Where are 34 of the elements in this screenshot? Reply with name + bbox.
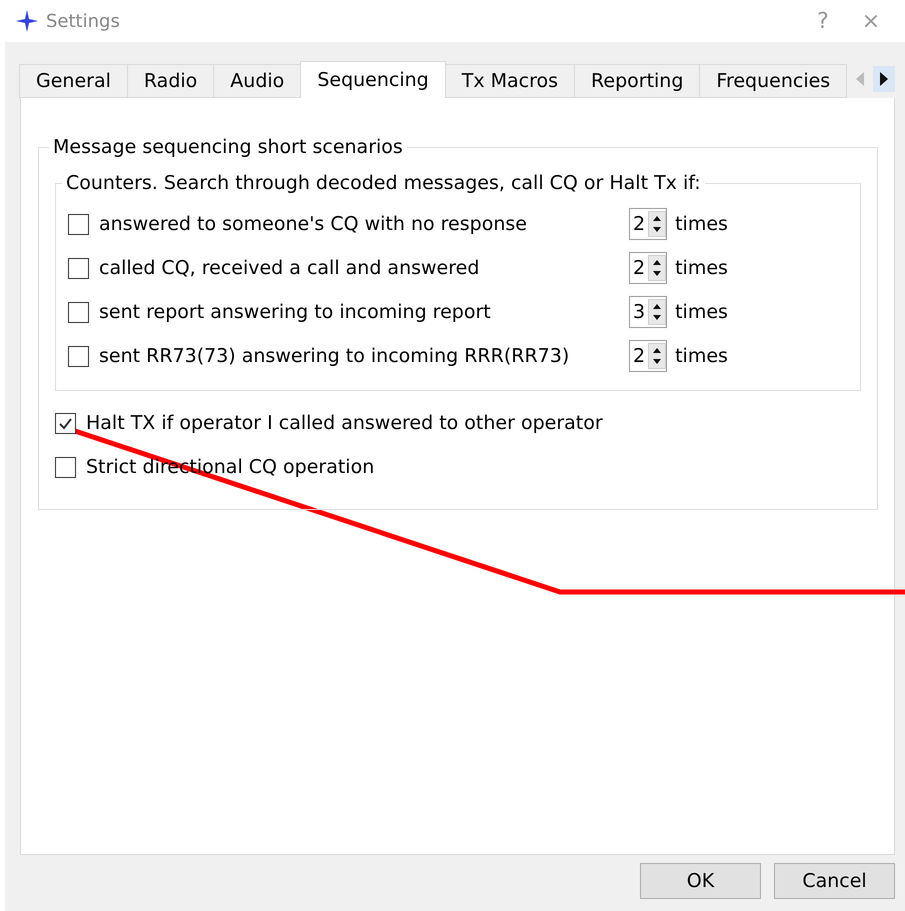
unit-label: times (675, 257, 728, 279)
group-title: Message sequencing short scenarios (52, 136, 404, 158)
unit-label: times (675, 213, 728, 235)
checkbox-label: sent RR73(73) answering to incoming RRR(RR73) (99, 345, 570, 367)
checkbox[interactable] (68, 258, 89, 278)
tab[interactable]: General (19, 64, 128, 98)
checkbox[interactable] (68, 214, 89, 234)
dialog-button[interactable]: OK (640, 863, 761, 899)
unit-label: times (675, 301, 728, 323)
group-title: Counters. Search through decoded messages, call CQ or Halt Tx if: (65, 172, 702, 194)
checkbox-label: sent report answering to incoming report (99, 301, 492, 323)
dialog-button[interactable]: Cancel (774, 863, 895, 899)
checkbox-label: called CQ, received a call and answered (99, 257, 480, 279)
checkmark-icon (58, 416, 73, 430)
compass-star-icon (16, 10, 38, 32)
spin-box[interactable]: 2 (629, 208, 668, 240)
window-title: Settings (46, 10, 121, 32)
spin-box[interactable]: 2 (629, 340, 668, 372)
checkbox-label: answered to someone's CQ with no response (99, 213, 528, 235)
tab[interactable]: Audio (213, 64, 302, 98)
tab[interactable]: Tx Macros (444, 64, 576, 98)
checkbox[interactable] (68, 346, 89, 366)
spin-box[interactable]: 3 (629, 296, 668, 328)
scroll-right-icon[interactable] (873, 66, 895, 92)
checkbox[interactable] (55, 456, 76, 478)
spin-box[interactable]: 2 (629, 252, 668, 284)
checkbox-label: Halt TX if operator I called answered to other operator (86, 412, 603, 434)
checkbox[interactable] (68, 302, 89, 322)
tab[interactable]: Frequencies (699, 64, 848, 98)
unit-label: times (675, 345, 728, 367)
tab[interactable]: Sequencing (300, 61, 446, 98)
tab[interactable]: Radio (126, 64, 214, 98)
tab[interactable]: Reporting (574, 64, 700, 98)
checkbox[interactable] (55, 412, 76, 434)
